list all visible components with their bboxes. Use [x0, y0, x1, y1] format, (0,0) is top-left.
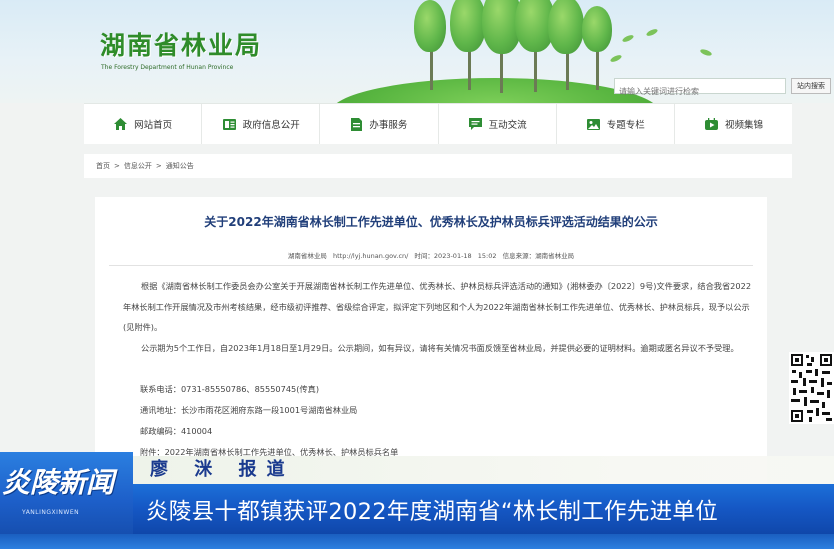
home-icon	[113, 117, 128, 131]
image-icon	[586, 118, 601, 131]
site-banner: 湖南省林业局 The Forestry Department of Hunan …	[0, 0, 834, 103]
nav-label: 网站首页	[134, 120, 173, 131]
breadcrumb-info[interactable]: 信息公开	[124, 161, 152, 171]
breadcrumb-notices[interactable]: 通知公告	[166, 161, 194, 171]
qr-code	[789, 352, 834, 424]
breadcrumb-separator: >	[155, 162, 162, 170]
contact-phone: 联系电话：0731-85550786、85550745(传真)	[140, 384, 320, 394]
channel-logo: 炎陵新闻	[2, 466, 115, 499]
breadcrumb: 首页 > 信息公开 > 通知公告	[84, 154, 792, 178]
meta-source: 湖南省林业局	[287, 252, 327, 260]
document-icon	[222, 118, 237, 131]
article-meta: 湖南省林业局 http://lyj.hunan.gov.cn/ 时间：2023-…	[95, 250, 767, 260]
file-icon	[350, 117, 363, 132]
breadcrumb-separator: >	[114, 162, 120, 170]
meta-url[interactable]: http://lyj.hunan.gov.cn/	[333, 252, 408, 260]
meta-time: 时间：2023-01-18 15:02	[414, 252, 497, 260]
bottom-band	[0, 534, 834, 549]
breadcrumb-home[interactable]: 首页	[96, 161, 110, 171]
nav-item-videos[interactable]: 视频集锦	[675, 104, 792, 144]
main-nav: 网站首页 政府信息公开 办事服务 互动交流 专题专栏 视频集锦	[84, 103, 792, 144]
banner-hill	[330, 78, 660, 103]
nav-label: 专题专栏	[606, 120, 645, 131]
article-paragraph: 公示期为5个工作日，自2023年1月18日至1月29日。公示期间，如有异议，请将…	[141, 343, 739, 353]
site-title: 湖南省林业局	[100, 31, 263, 60]
article: 关于2022年湖南省林长制工作先进单位、优秀林长及护林员标兵评选活动结果的公示 …	[95, 197, 767, 497]
contact-address: 通讯地址：长沙市雨花区湘府东路一段1001号湖南省林业局	[140, 405, 358, 415]
article-title: 关于2022年湖南省林长制工作先进单位、优秀林长及护林员标兵评选活动结果的公示	[204, 215, 658, 229]
nav-label: 办事服务	[369, 120, 408, 131]
search-field[interactable]	[614, 78, 786, 99]
search-button[interactable]: 站内搜索	[791, 78, 831, 94]
nav-item-services[interactable]: 办事服务	[320, 104, 439, 144]
nav-label: 互动交流	[488, 120, 527, 131]
video-icon	[704, 117, 719, 131]
contact-postcode: 邮政编码：410004	[140, 426, 213, 436]
nav-item-interaction[interactable]: 互动交流	[439, 104, 557, 144]
nav-item-topics[interactable]: 专题专栏	[557, 104, 675, 144]
nav-item-gov-info[interactable]: 政府信息公开	[202, 104, 321, 144]
channel-logo-sub: YANLINGXINWEN	[22, 509, 80, 516]
reporter-credit: 廖 洣 报道	[150, 459, 295, 480]
meta-source-label: 信息来源：湖南省林业局	[502, 252, 575, 260]
news-headline: 炎陵县十都镇获评2022年度湖南省“林长制工作先进单位	[146, 499, 719, 525]
nav-label: 视频集锦	[724, 120, 763, 131]
nav-item-home[interactable]: 网站首页	[84, 104, 203, 144]
nav-label: 政府信息公开	[242, 120, 300, 131]
site-subtitle: The Forestry Department of Hunan Provinc…	[101, 64, 234, 71]
divider	[109, 265, 753, 266]
search-input[interactable]	[615, 84, 785, 99]
article-paragraph: 根据《湖南省林长制工作委员会办公室关于开展湖南省林长制工作先进单位、优秀林长、护…	[123, 281, 752, 332]
chat-icon	[468, 117, 483, 131]
